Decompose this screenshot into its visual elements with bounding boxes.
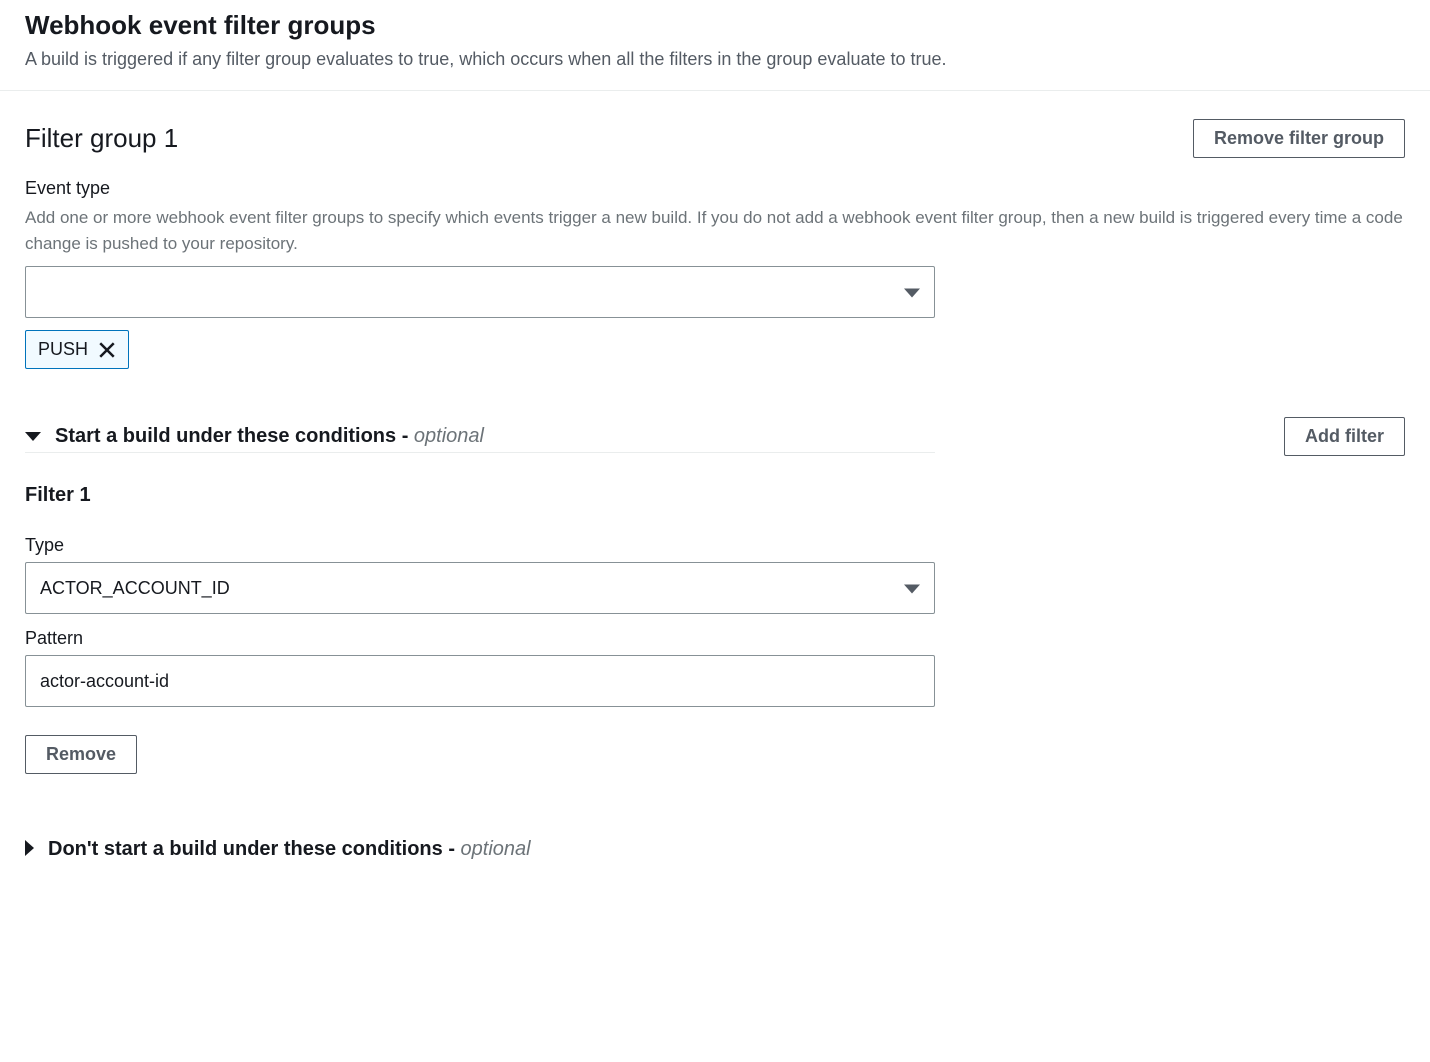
event-type-chips: PUSH [25, 318, 1405, 369]
close-icon [98, 341, 116, 359]
page-header: Webhook event filter groups A build is t… [0, 0, 1430, 91]
remove-filter-group-button[interactable]: Remove filter group [1193, 119, 1405, 158]
caret-down-icon [25, 428, 41, 444]
event-type-description: Add one or more webhook event filter gro… [25, 205, 1405, 256]
event-type-label: Event type [25, 178, 1405, 199]
filter-1-pattern-input[interactable] [25, 655, 935, 707]
filter-1-type-value: ACTOR_ACCOUNT_ID [40, 578, 230, 599]
filter-1-type-field: Type ACTOR_ACCOUNT_ID [25, 535, 1405, 614]
start-conditions-header-row: Start a build under these conditions - o… [25, 417, 1405, 456]
dont-start-conditions-title-text: Don't start a build under these conditio… [48, 838, 455, 860]
start-conditions-section: Start a build under these conditions - o… [25, 417, 1405, 774]
filter-group-title: Filter group 1 [25, 123, 178, 154]
chevron-down-icon [904, 578, 920, 599]
dont-start-conditions-title: Don't start a build under these conditio… [48, 838, 531, 861]
page-title: Webhook event filter groups [25, 10, 1405, 41]
filter-1-type-select[interactable]: ACTOR_ACCOUNT_ID [25, 562, 935, 614]
filter-1-pattern-label: Pattern [25, 628, 1405, 649]
dont-start-conditions-section: Don't start a build under these conditio… [25, 834, 1405, 865]
start-conditions-toggle[interactable]: Start a build under these conditions - o… [25, 421, 935, 453]
filter-1-pattern-field: Pattern [25, 628, 1405, 707]
chip-label: PUSH [38, 339, 88, 360]
filter-1-title: Filter 1 [25, 484, 1405, 507]
filter-1-remove-button[interactable]: Remove [25, 735, 137, 774]
filter-1-type-label: Type [25, 535, 1405, 556]
page-description: A build is triggered if any filter group… [25, 47, 1405, 72]
filter-group-header: Filter group 1 Remove filter group [25, 119, 1405, 158]
start-conditions-title-text: Start a build under these conditions - [55, 425, 408, 447]
event-type-chip-push: PUSH [25, 330, 129, 369]
start-conditions-optional: optional [408, 425, 484, 447]
dont-start-conditions-toggle[interactable]: Don't start a build under these conditio… [25, 834, 935, 865]
start-conditions-title: Start a build under these conditions - o… [55, 425, 484, 448]
dont-start-conditions-optional: optional [455, 838, 531, 860]
chip-remove-button[interactable] [98, 341, 116, 359]
filter-1: Filter 1 Type ACTOR_ACCOUNT_ID Pattern R… [25, 484, 1405, 774]
content: Filter group 1 Remove filter group Event… [0, 91, 1430, 885]
event-type-select[interactable] [25, 266, 935, 318]
caret-right-icon [25, 840, 34, 859]
chevron-down-icon [904, 282, 920, 303]
add-filter-button[interactable]: Add filter [1284, 417, 1405, 456]
event-type-field: Event type Add one or more webhook event… [25, 178, 1405, 369]
